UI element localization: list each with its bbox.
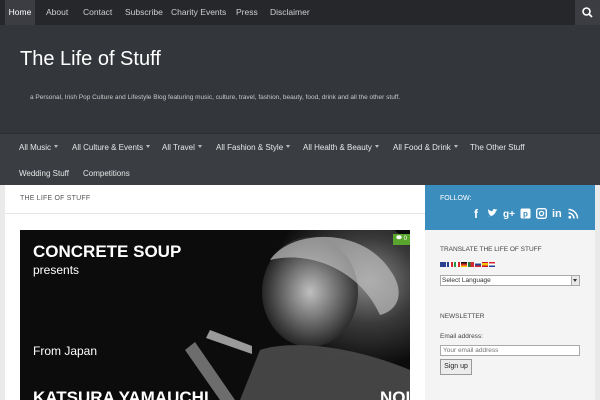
cat-item-all-travel[interactable]: All Travel xyxy=(162,142,202,154)
follow-label: FOLLOW: xyxy=(440,195,472,202)
pinterest-icon[interactable]: p xyxy=(520,208,531,221)
main-content: THE LIFE OF STUFF CONCRETE SOUP presents… xyxy=(5,185,425,400)
flag-pt-icon[interactable] xyxy=(468,262,474,267)
cat-item-all-food-drink[interactable]: All Food & Drink xyxy=(393,142,458,154)
svg-text:p: p xyxy=(523,210,528,219)
nav-item-about[interactable]: About xyxy=(46,0,68,25)
google-plus-icon[interactable]: g+ xyxy=(503,208,515,221)
site-tagline: a Personal, Irish Pop Culture and Lifest… xyxy=(30,94,401,101)
cat-item-the-other-stuff[interactable]: The Other Stuff xyxy=(470,142,525,154)
category-nav: All Music All Culture & Events All Trave… xyxy=(0,133,600,185)
search-icon xyxy=(582,7,593,18)
cat-item-all-health-beauty[interactable]: All Health & Beauty xyxy=(303,142,379,154)
language-select-value: Select Language xyxy=(442,277,491,284)
comment-count-badge[interactable]: 0 xyxy=(392,234,410,245)
instagram-icon[interactable] xyxy=(535,207,548,221)
caret-down-icon xyxy=(286,145,291,148)
flag-it-icon[interactable] xyxy=(454,262,460,267)
chevron-down-icon xyxy=(571,276,579,285)
featured-post-image[interactable]: CONCRETE SOUP presents From Japan KATSUR… xyxy=(20,230,410,400)
flag-ru-icon[interactable] xyxy=(475,262,481,267)
language-select[interactable]: Select Language xyxy=(440,275,580,286)
nav-item-press[interactable]: Press xyxy=(236,0,258,25)
facebook-icon[interactable]: f xyxy=(474,208,478,221)
caret-down-icon xyxy=(374,145,379,148)
newsletter-widget-title: NEWSLETTER xyxy=(440,313,485,320)
cat-item-all-music[interactable]: All Music xyxy=(19,142,59,154)
poster-origin: From Japan xyxy=(33,344,98,358)
cat-label: All Travel xyxy=(162,143,195,152)
cat-label: All Culture & Events xyxy=(72,143,144,152)
cat-item-all-fashion-style[interactable]: All Fashion & Style xyxy=(216,142,291,154)
comment-count: 0 xyxy=(403,236,407,242)
poster-title: CONCRETE SOUP xyxy=(33,242,182,261)
cat-item-all-culture-events[interactable]: All Culture & Events xyxy=(72,142,151,154)
cat-label: All Music xyxy=(19,143,52,152)
comment-icon xyxy=(396,235,402,240)
page-margin xyxy=(595,185,600,400)
email-field[interactable] xyxy=(440,345,580,356)
linkedin-icon[interactable]: in xyxy=(552,208,562,221)
poster-artist-suffix: NOI xyxy=(380,388,410,400)
nav-item-charity-events[interactable]: Charity Events xyxy=(171,0,226,25)
rss-icon[interactable] xyxy=(568,208,579,221)
poster-subtitle: presents xyxy=(33,263,80,277)
cat-label: All Fashion & Style xyxy=(216,143,284,152)
flag-nl-icon[interactable] xyxy=(489,262,495,267)
twitter-icon[interactable] xyxy=(487,208,498,221)
flag-de-icon[interactable] xyxy=(461,262,467,267)
caret-down-icon xyxy=(453,145,458,148)
follow-widget: FOLLOW: f g+ p in xyxy=(425,185,595,230)
caret-down-icon xyxy=(197,145,202,148)
nav-item-contact[interactable]: Contact xyxy=(83,0,112,25)
search-button[interactable] xyxy=(575,0,600,25)
nav-item-subscribe[interactable]: Subscribe xyxy=(125,0,163,25)
flag-en-icon[interactable] xyxy=(440,262,446,267)
caret-down-icon xyxy=(146,145,151,148)
nav-item-home[interactable]: Home xyxy=(5,0,35,25)
top-nav: Home About Contact Subscribe Charity Eve… xyxy=(0,0,600,25)
flag-fr-icon[interactable] xyxy=(447,262,453,267)
page-heading: THE LIFE OF STUFF xyxy=(20,195,91,202)
cat-label: All Food & Drink xyxy=(393,143,451,152)
flag-es-icon[interactable] xyxy=(482,262,488,267)
translate-widget-title: TRANSLATE THE LIFE OF STUFF xyxy=(440,246,542,253)
site-header: The Life of Stuff a Personal, Irish Pop … xyxy=(0,25,600,133)
signup-button[interactable]: Sign up xyxy=(440,359,472,375)
cat-label: All Health & Beauty xyxy=(303,143,372,152)
cat-item-wedding-stuff[interactable]: Wedding Stuff xyxy=(19,168,69,180)
caret-down-icon xyxy=(54,145,59,148)
nav-item-disclaimer[interactable]: Disclaimer xyxy=(270,0,310,25)
site-title[interactable]: The Life of Stuff xyxy=(20,48,161,71)
page-heading-bar: THE LIFE OF STUFF xyxy=(5,185,425,214)
sidebar: FOLLOW: f g+ p in TRANSLATE THE LIFE OF … xyxy=(425,185,595,400)
poster-artist: KATSURA YAMAUCHI xyxy=(33,388,209,400)
email-label: Email address: xyxy=(440,333,483,340)
cat-item-competitions[interactable]: Competitions xyxy=(83,168,130,180)
